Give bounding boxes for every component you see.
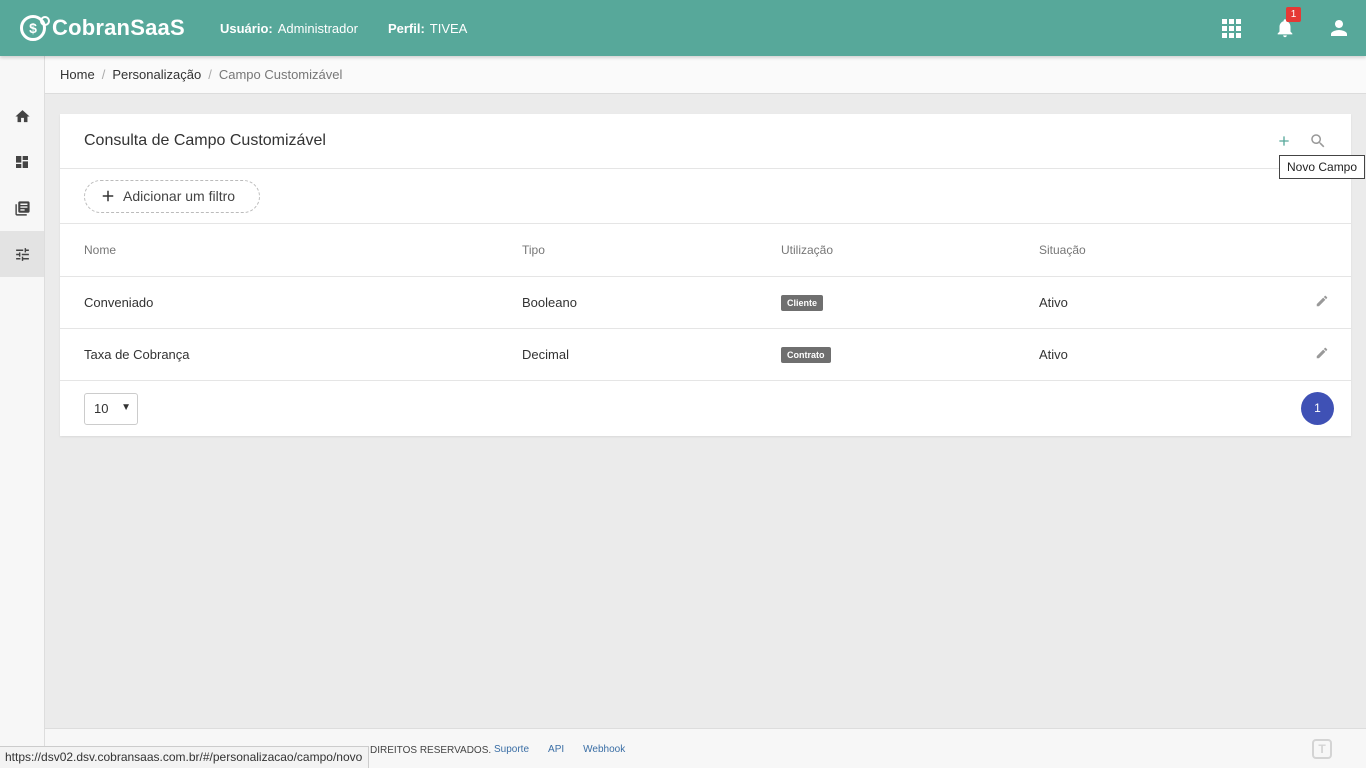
new-field-tooltip: Novo Campo — [1279, 155, 1366, 179]
footer-link-api[interactable]: API — [548, 744, 564, 755]
breadcrumb-personalization[interactable]: Personalização — [112, 67, 201, 82]
profile-info: Perfil: TIVEA — [388, 21, 467, 36]
user-value: Administrador — [277, 20, 358, 36]
page-size-value: 10 — [94, 401, 109, 416]
breadcrumb: Home / Personalização / Campo Customizáv… — [45, 56, 1366, 94]
dropdown-caret-icon: ▼ — [121, 401, 131, 413]
column-header-tipo[interactable]: Tipo — [522, 224, 781, 277]
column-header-utilizacao[interactable]: Utilização — [781, 224, 1039, 277]
page-title: Consulta de Campo Customizável — [84, 132, 326, 149]
cell-utilizacao: Contrato — [781, 328, 1039, 381]
cell-tipo: Booleano — [522, 276, 781, 329]
footer-logo-icon: T — [1312, 739, 1332, 759]
table-footer: 10 ▼ 1 — [60, 381, 1351, 437]
sidebar — [0, 56, 45, 768]
plus-icon — [102, 190, 114, 202]
edit-pencil-icon[interactable] — [1315, 294, 1329, 308]
person-icon — [1331, 20, 1347, 36]
profile-value: TIVEA — [429, 20, 468, 36]
custom-field-card: Consulta de Campo Customizável Adicionar… — [60, 114, 1351, 436]
tune-icon — [15, 247, 29, 261]
home-icon — [14, 109, 30, 122]
card-header: Consulta de Campo Customizável — [60, 114, 1351, 169]
logo-coin-icon: $ — [20, 15, 50, 41]
app-logo[interactable]: $ CobranSaaS — [20, 15, 210, 41]
usage-badge: Cliente — [781, 294, 824, 311]
logo-text: CobranSaaS — [52, 15, 185, 40]
table-row[interactable]: Taxa de Cobrança Decimal Contrato Ativo — [60, 328, 1351, 381]
apps-button[interactable] — [1204, 0, 1258, 56]
breadcrumb-separator: / — [208, 67, 212, 82]
column-header-nome[interactable]: Nome — [60, 224, 522, 277]
pagination-page-button[interactable]: 1 — [1301, 391, 1334, 425]
add-filter-label: Adicionar um filtro — [123, 188, 236, 204]
profile-label: Perfil: — [387, 20, 425, 36]
plus-icon — [1279, 136, 1289, 146]
library-icon — [14, 200, 30, 216]
sidebar-item-home[interactable] — [0, 93, 44, 139]
sidebar-item-personalization[interactable] — [0, 231, 44, 277]
cell-utilizacao: Cliente — [781, 276, 1039, 329]
top-navbar: $ CobranSaaS Usuário: Administrador Perf… — [0, 0, 1366, 56]
footer-rights-text: DIREITOS RESERVADOS. — [370, 745, 492, 756]
cell-tipo: Decimal — [522, 328, 781, 381]
cell-nome: Conveniado — [60, 276, 522, 329]
search-icon — [1311, 134, 1325, 148]
user-label: Usuário: — [220, 20, 273, 36]
column-header-actions — [1239, 224, 1351, 277]
table-header-row: Nome Tipo Utilização Situação — [60, 224, 1351, 277]
footer-link-webhook[interactable]: Webhook — [583, 744, 625, 755]
cell-nome: Taxa de Cobrança — [60, 328, 522, 381]
filter-row: Adicionar um filtro — [60, 169, 1351, 224]
user-info: Usuário: Administrador — [220, 21, 358, 36]
breadcrumb-separator: / — [101, 67, 106, 82]
footer-link-suporte[interactable]: Suporte — [494, 744, 529, 755]
breadcrumb-current: Campo Customizável — [218, 67, 343, 82]
cell-actions — [1239, 276, 1351, 329]
cell-actions — [1239, 328, 1351, 381]
cell-situacao: Ativo — [1039, 328, 1239, 381]
add-filter-button[interactable]: Adicionar um filtro — [84, 179, 261, 213]
page-size-select[interactable]: 10 ▼ — [84, 392, 138, 425]
sidebar-item-dashboard[interactable] — [0, 139, 44, 185]
cell-situacao: Ativo — [1039, 276, 1239, 329]
notifications-button[interactable]: 1 — [1258, 0, 1312, 56]
sidebar-item-library[interactable] — [0, 185, 44, 231]
column-header-situacao[interactable]: Situação — [1039, 224, 1239, 277]
table-row[interactable]: Conveniado Booleano Cliente Ativo — [60, 276, 1351, 329]
apps-grid-icon — [1221, 18, 1241, 38]
browser-status-bar: https://dsv02.dsv.cobransaas.com.br/#/pe… — [0, 746, 370, 768]
user-menu-button[interactable] — [1312, 0, 1366, 56]
dashboard-icon — [16, 156, 28, 168]
edit-pencil-icon[interactable] — [1315, 346, 1329, 360]
search-button[interactable] — [1305, 128, 1331, 154]
usage-badge: Contrato — [781, 346, 831, 363]
breadcrumb-home[interactable]: Home — [60, 67, 95, 82]
notification-count-badge: 1 — [1286, 7, 1301, 22]
custom-fields-table: Nome Tipo Utilização Situação Conveniado… — [60, 224, 1351, 381]
add-field-button[interactable] — [1271, 128, 1297, 154]
